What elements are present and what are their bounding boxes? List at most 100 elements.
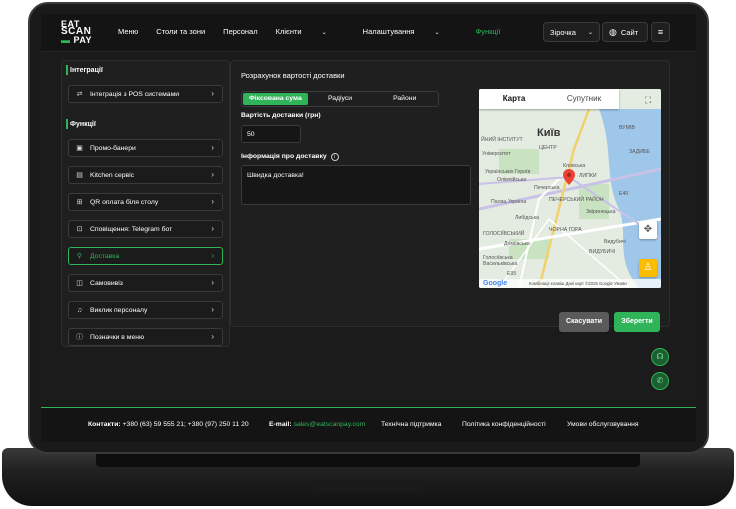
map-camera-control[interactable]: ✥ xyxy=(639,221,657,239)
map-label: Українських Героїв xyxy=(485,169,531,175)
map-label: Палац Україна xyxy=(491,199,527,205)
sidebar-item-label: Позначки в меню xyxy=(90,333,145,341)
laptop-notch xyxy=(312,480,424,492)
info-textarea[interactable]: Швидка доставка! xyxy=(241,165,471,205)
info-label-row: Інформація про доставку i xyxy=(241,153,339,161)
sidebar-item-menu-tags[interactable]: ⓘ Позначки в меню › xyxy=(68,328,223,346)
map-type-tabs: Карта Супутник xyxy=(479,89,619,109)
map-label: ЙНИЙ ІНСТИТУТ xyxy=(481,137,523,143)
map-label: ЗАДИБЕ xyxy=(629,149,650,155)
save-button[interactable]: Зберегти xyxy=(614,312,660,332)
delivery-settings-panel: Розрахунок вартості доставки Фіксована с… xyxy=(230,60,670,332)
map-label: ВИДУБИЧІ xyxy=(589,249,616,255)
nav-staff[interactable]: Персонал xyxy=(223,27,257,36)
book-icon: ▤ xyxy=(76,171,83,179)
bag-icon: ◫ xyxy=(76,279,83,287)
sidebar-item-qr-payment[interactable]: ⊞ QR оплата біля столу › xyxy=(68,193,223,211)
sidebar-item-promo-banners[interactable]: ▣ Промо-банери › xyxy=(68,139,223,157)
section-integrations: Інтеграції xyxy=(70,67,103,74)
venue-select[interactable]: Зірочка ⌄ xyxy=(543,22,600,42)
chevron-right-icon: › xyxy=(211,197,214,206)
segment-fixed[interactable]: Фіксована сума xyxy=(243,93,308,105)
price-input[interactable]: 50 xyxy=(241,125,301,143)
sidebar-item-label: Інтеграція з POS системами xyxy=(90,90,180,98)
sidebar-item-label: Сповіщення: Telegram бот xyxy=(90,225,173,233)
footer-privacy-link[interactable]: Політика конфіденційності xyxy=(462,421,546,428)
map-pin-icon[interactable] xyxy=(563,169,575,185)
cancel-button[interactable]: Скасувати xyxy=(559,312,609,332)
bell-icon: ♫ xyxy=(76,306,83,314)
bike-icon: ⚲ xyxy=(76,252,83,260)
tab-satellite[interactable]: Супутник xyxy=(549,89,619,109)
chevron-down-icon: ⌄ xyxy=(321,30,327,36)
map-label: Видубичі xyxy=(604,239,626,245)
map-label: ГОЛОСІЇВСЬКИЙ xyxy=(483,231,525,237)
sidebar-item-label: Kitchen сервіс xyxy=(90,171,135,179)
segment-radius[interactable]: Радіуси xyxy=(308,93,373,105)
footer-support-link[interactable]: Технічна підтримка xyxy=(381,421,441,428)
sidebar-item-telegram-bot[interactable]: ⊡ Сповіщення: Telegram бот › xyxy=(68,220,223,238)
chevron-right-icon: › xyxy=(211,89,214,98)
chevron-right-icon: › xyxy=(211,278,214,287)
nav-tables[interactable]: Столи та зони xyxy=(156,27,205,36)
logo[interactable]: EAT SCAN ▬ PAY xyxy=(61,20,92,45)
section-marker xyxy=(66,65,68,75)
chevron-down-icon: ⌄ xyxy=(434,30,440,36)
nav-menu[interactable]: Меню xyxy=(118,27,138,36)
map-label: Деміївська xyxy=(504,241,530,247)
nav-clients[interactable]: Клієнти ⌄ xyxy=(276,27,345,36)
map-label: Печерська xyxy=(534,185,560,191)
map-label: Васильківська xyxy=(483,261,518,267)
info-icon[interactable]: i xyxy=(330,153,339,161)
fullscreen-icon[interactable]: ⛶ xyxy=(645,95,655,105)
laptop-frame: EAT SCAN ▬ PAY Меню Столи та зони Персон… xyxy=(0,0,736,509)
site-button[interactable]: ◍ Сайт xyxy=(602,22,648,42)
footer-terms-link[interactable]: Умови обслуговування xyxy=(567,421,639,428)
tab-map[interactable]: Карта xyxy=(479,89,549,109)
panel-title: Розрахунок вартості доставки xyxy=(241,71,345,80)
map-label: ЧОРНА ГОРА xyxy=(549,227,582,233)
menu-button[interactable]: ≡ xyxy=(651,22,670,42)
app-screen: EAT SCAN ▬ PAY Меню Столи та зони Персон… xyxy=(41,14,696,442)
map-widget[interactable]: Карта Супутник ⛶ Київ ЙНИЙ ІНСТИТУТ Унів… xyxy=(479,89,661,288)
page-footer: Контакти: +380 (63) 59 555 21; +380 (97)… xyxy=(41,407,696,442)
email-link[interactable]: sales@eatscanpay.com xyxy=(294,421,366,428)
support-chat-icon[interactable]: ☊ xyxy=(651,348,669,366)
street-view-icon[interactable]: ♙ xyxy=(639,259,657,277)
sidebar-item-label: Доставка xyxy=(90,252,120,260)
map-label: ЦЕНТР xyxy=(539,145,557,151)
sidebar-item-label: Промо-банери xyxy=(90,144,136,152)
chevron-right-icon: › xyxy=(211,305,214,314)
phone-icon[interactable]: ✆ xyxy=(651,372,669,390)
sidebar-item-kitchen[interactable]: ▤ Kitchen сервіс › xyxy=(68,166,223,184)
map-city-label: Київ xyxy=(537,127,561,139)
nav-clients-label: Клієнти xyxy=(275,27,302,36)
map-label: Олімпійська xyxy=(497,177,527,183)
section-functions: Функції xyxy=(70,121,96,128)
map-label: ЛИПКИ xyxy=(579,173,597,179)
sidebar-item-pos-integration[interactable]: ⇄ Інтеграція з POS системами › xyxy=(68,85,223,103)
logo-accent: ▬ xyxy=(61,35,71,45)
map-label: Університет xyxy=(482,151,511,157)
sidebar-item-delivery[interactable]: ⚲ Доставка › xyxy=(68,247,223,265)
nav-settings-label: Налаштування xyxy=(362,27,415,36)
nav-functions[interactable]: Функції xyxy=(476,27,501,36)
site-button-label: Сайт xyxy=(620,27,639,37)
email-label: E-mail: xyxy=(269,421,292,428)
sidebar-item-label: Самовивіз xyxy=(90,279,123,287)
sidebar-item-staff-call[interactable]: ♫ Виклик персоналу › xyxy=(68,301,223,319)
footer-email: E-mail: sales@eatscanpay.com xyxy=(269,421,365,428)
nav-settings[interactable]: Налаштування ⌄ xyxy=(363,27,458,36)
contacts-value: +380 (63) 59 555 21; +380 (97) 250 11 20 xyxy=(122,421,249,428)
map-label: ВУМІВ xyxy=(619,125,635,131)
map-label: Либідська xyxy=(515,215,540,221)
hamburger-icon: ≡ xyxy=(657,27,664,37)
map-label: Звіринецька xyxy=(586,209,616,215)
google-logo: Google xyxy=(483,280,508,287)
info-label: Інформація про доставку xyxy=(241,153,327,160)
contacts-label: Контакти: xyxy=(88,421,121,428)
sidebar-item-pickup[interactable]: ◫ Самовивіз › xyxy=(68,274,223,292)
segment-districts[interactable]: Райони xyxy=(372,93,437,105)
map-label: ПЕЧЕРСЬКИЙ РАЙОН xyxy=(549,197,604,203)
top-bar: EAT SCAN ▬ PAY Меню Столи та зони Персон… xyxy=(41,14,696,52)
